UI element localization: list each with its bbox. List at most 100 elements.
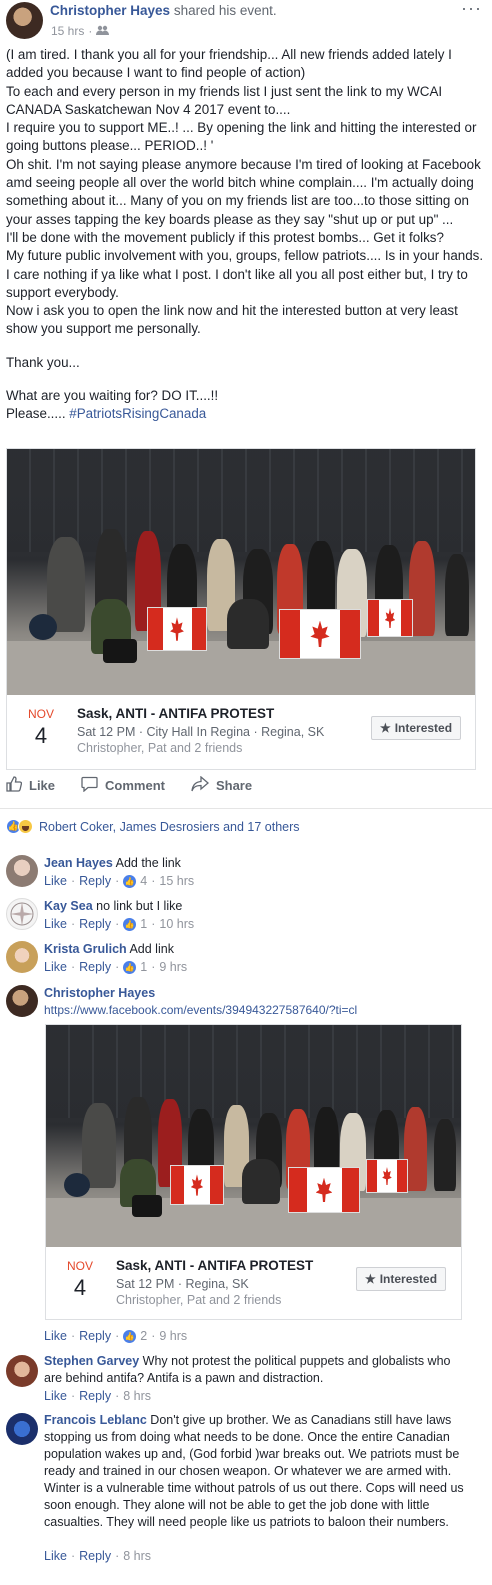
event-photo[interactable]: [46, 1025, 461, 1247]
event-month: NOV: [27, 707, 54, 721]
comment-like-link[interactable]: Like: [44, 960, 67, 974]
comment-like-count[interactable]: 4: [140, 874, 147, 888]
meta-separator: ·: [151, 960, 156, 974]
hashtag-link[interactable]: #PatriotsRisingCanada: [69, 406, 206, 421]
comment-reply-link[interactable]: Reply: [79, 960, 111, 974]
comment-reply-link[interactable]: Reply: [79, 874, 111, 888]
author-name[interactable]: Christopher Hayes: [50, 3, 170, 18]
comment-like-link[interactable]: Like: [44, 874, 67, 888]
like-button[interactable]: Like: [6, 776, 55, 795]
comment-reply-link[interactable]: Reply: [79, 1389, 111, 1403]
author-avatar[interactable]: [6, 2, 43, 39]
meta-separator: ·: [70, 960, 76, 974]
comment-like-link[interactable]: Like: [44, 917, 67, 931]
comment-reply-link[interactable]: Reply: [79, 917, 111, 931]
meta-separator: ·: [151, 1329, 156, 1343]
post-thanks: Thank you...: [6, 354, 80, 370]
star-icon: ★: [379, 721, 391, 735]
comment-text: Add the link: [115, 856, 181, 870]
comment-like-count[interactable]: 1: [140, 960, 147, 974]
like-count-icon: 👍: [123, 874, 137, 888]
like-label: Like: [29, 778, 56, 793]
post-text: (I am tired. I thank you all for your fr…: [6, 46, 484, 424]
event-card[interactable]: NOV 4 Sask, ANTI - ANTIFA PROTEST Sat 12…: [6, 448, 476, 770]
meta-separator: ·: [115, 1549, 120, 1563]
comment-author[interactable]: Christopher Hayes: [44, 985, 484, 1002]
comment-like-count[interactable]: 2: [140, 1329, 147, 1343]
post-meta: 15 hrs ·: [51, 24, 110, 38]
event-month: NOV: [66, 1259, 93, 1273]
comment-meta: Like · Reply · 👍 2 · 9 hrs: [44, 1329, 187, 1343]
comment-like-link[interactable]: Like: [44, 1389, 67, 1403]
haha-reaction-icon: [18, 819, 33, 834]
comment-author[interactable]: Stephen Garvey: [44, 1354, 139, 1368]
post-header: Christopher Hayes shared his event.: [50, 3, 277, 18]
comment-author[interactable]: Kay Sea: [44, 899, 93, 913]
please-text: Please.....: [6, 406, 70, 422]
meta-separator: ·: [115, 917, 120, 931]
meta-separator: ·: [115, 1329, 120, 1343]
share-button[interactable]: Share: [191, 775, 252, 795]
comment-bubble-icon: [81, 776, 98, 795]
interested-button[interactable]: ★ Interested: [371, 716, 461, 740]
interested-button[interactable]: ★ Interested: [356, 1267, 446, 1291]
event-title[interactable]: Sask, ANTI - ANTIFA PROTEST: [77, 706, 274, 721]
comment-author[interactable]: Krista Grulich: [44, 942, 127, 956]
comment-button[interactable]: Comment: [81, 776, 165, 795]
friends-audience-icon[interactable]: [96, 24, 110, 38]
comment-reply-link[interactable]: Reply: [79, 1329, 111, 1343]
commenter-avatar[interactable]: [6, 985, 38, 1017]
commenter-avatar[interactable]: [6, 898, 38, 930]
comment-meta: Like · Reply · 👍 1 · 10 hrs: [44, 917, 194, 931]
like-count-icon: 👍: [123, 1329, 137, 1343]
comment-time[interactable]: 9 hrs: [159, 960, 187, 974]
comment-author[interactable]: Jean Hayes: [44, 856, 113, 870]
comment-meta: Like · Reply · 👍 1 · 9 hrs: [44, 960, 187, 974]
meta-separator: ·: [70, 1549, 76, 1563]
more-options-icon[interactable]: ···: [461, 0, 482, 19]
shared-action: shared his event.: [173, 3, 277, 18]
comment-author[interactable]: Francois Leblanc: [44, 1413, 147, 1427]
meta-separator: ·: [70, 1389, 76, 1403]
commenter-avatar[interactable]: [6, 855, 38, 887]
post-paragraph: (I am tired. I thank you all for your fr…: [6, 47, 452, 81]
event-photo[interactable]: [7, 449, 475, 695]
commenter-avatar[interactable]: [6, 1355, 38, 1387]
comment-meta: Like · Reply · 8 hrs: [44, 1549, 151, 1563]
comment-text: Don't give up brother. We as Canadians s…: [44, 1413, 464, 1529]
post-paragraph: I'll be done with the movement publicly …: [6, 229, 444, 245]
post-paragraph: Now i ask you to open the link now and h…: [6, 303, 458, 337]
comment-like-link[interactable]: Like: [44, 1549, 67, 1563]
comment: Francois Leblanc Don't give up brother. …: [44, 1412, 466, 1531]
meta-separator: ·: [151, 917, 156, 931]
commenter-avatar[interactable]: [6, 1413, 38, 1445]
comment-time[interactable]: 15 hrs: [159, 874, 194, 888]
comment: Jean Hayes Add the link: [44, 855, 484, 872]
comment-reply-link[interactable]: Reply: [79, 1549, 111, 1563]
comment-time[interactable]: 8 hrs: [123, 1389, 151, 1403]
meta-separator: ·: [115, 1389, 120, 1403]
event-day: 4: [73, 1275, 87, 1300]
comment-time[interactable]: 8 hrs: [123, 1549, 151, 1563]
comment-meta: Like · Reply · 👍 4 · 15 hrs: [44, 874, 194, 888]
event-card[interactable]: NOV 4 Sask, ANTI - ANTIFA PROTEST Sat 12…: [45, 1024, 462, 1320]
event-friends: Christopher, Pat and 2 friends: [116, 1293, 282, 1307]
comment-time[interactable]: 9 hrs: [159, 1329, 187, 1343]
reactions-summary[interactable]: 👍 Robert Coker, James Desrosiers and 17 …: [6, 819, 300, 834]
compass-icon: [10, 902, 34, 926]
comment-time[interactable]: 10 hrs: [159, 917, 194, 931]
event-details: Sat 12 PM · Regina, SK: [116, 1277, 249, 1291]
comment-like-count[interactable]: 1: [140, 917, 147, 931]
meta-separator: ·: [70, 1329, 76, 1343]
meta-separator: ·: [88, 24, 93, 38]
comment: Kay Sea no link but I like: [44, 898, 484, 915]
reaction-names[interactable]: Robert Coker, James Desrosiers and 17 ot…: [39, 820, 300, 834]
event-title[interactable]: Sask, ANTI - ANTIFA PROTEST: [116, 1258, 313, 1273]
post-time[interactable]: 15 hrs: [51, 24, 84, 38]
comment-like-link[interactable]: Like: [44, 1329, 67, 1343]
comment-text: Add link: [129, 942, 174, 956]
commenter-avatar[interactable]: [6, 941, 38, 973]
event-url-link[interactable]: https://www.facebook.com/events/39494322…: [44, 1002, 484, 1019]
post-paragraph: Oh shit. I'm not saying please anymore b…: [6, 156, 481, 227]
event-details: Sat 12 PM · City Hall In Regina · Regina…: [77, 725, 325, 739]
